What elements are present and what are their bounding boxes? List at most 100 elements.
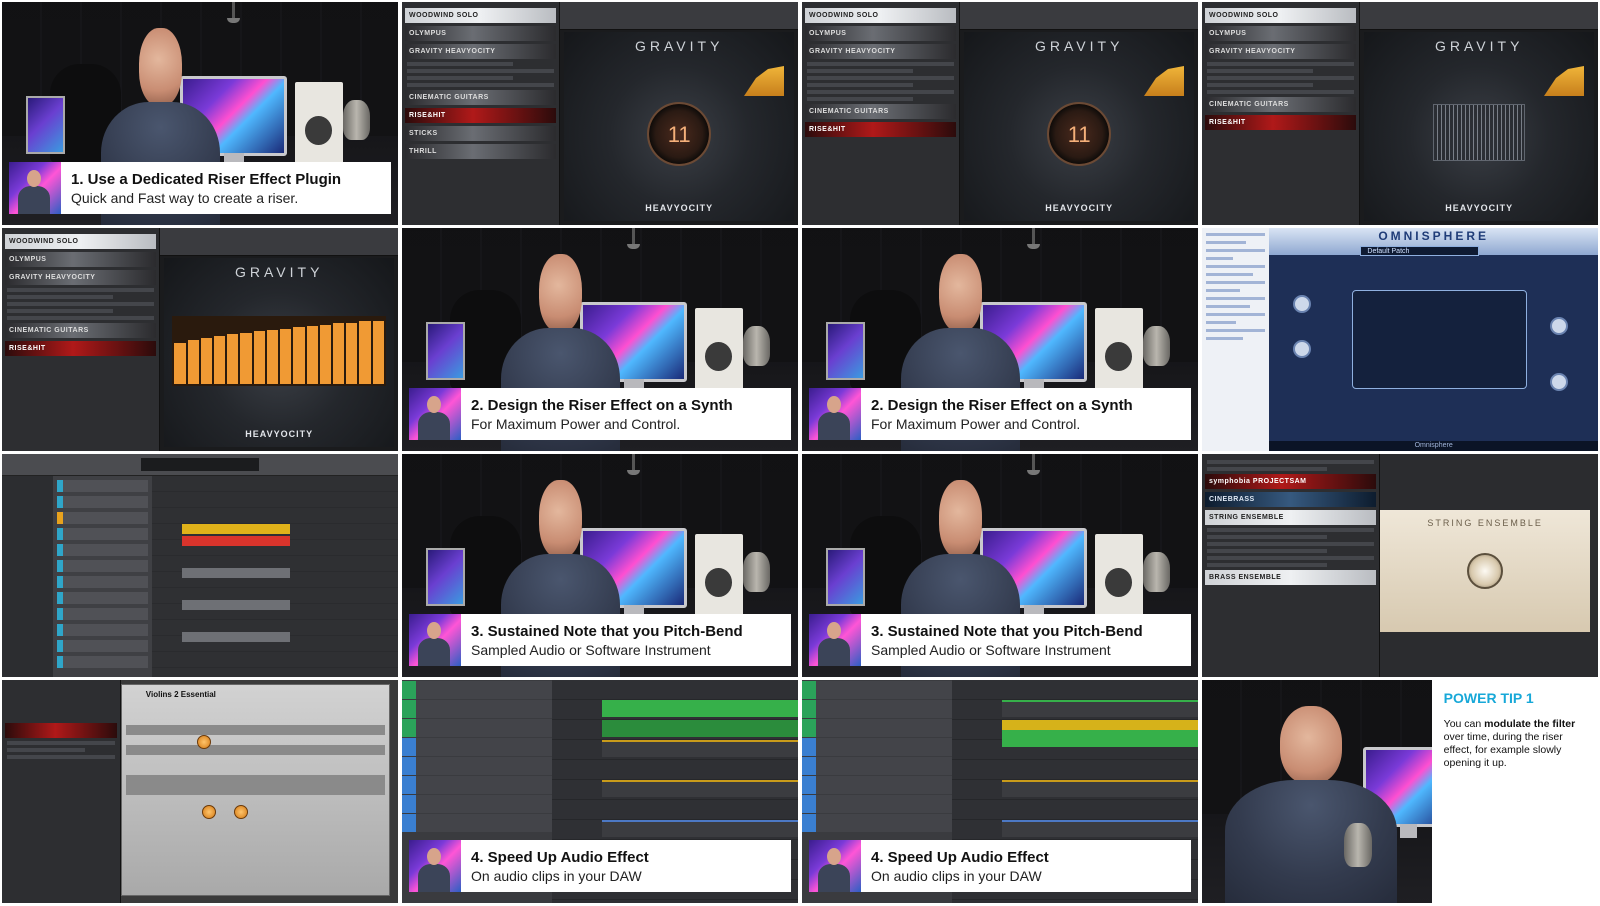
library-rise-hit[interactable]: RISE&HIT <box>5 341 157 356</box>
studio-speaker <box>295 82 343 167</box>
instrument-rack: HEAVYOCITY GRAVITY <box>1360 2 1598 225</box>
presenter-thumbnail <box>409 388 461 440</box>
audio-clip[interactable] <box>1001 780 1198 797</box>
frame-7-studio[interactable]: 2. Design the Riser Effect on a Synth Fo… <box>802 228 1198 451</box>
knob[interactable] <box>1550 372 1569 391</box>
knob[interactable] <box>1550 317 1569 336</box>
library-gravity[interactable]: GRAVITY HEAVYOCITY <box>5 270 157 285</box>
ceiling-lamp <box>226 2 240 23</box>
library-olympus[interactable]: OLYMPUS <box>805 26 957 41</box>
frame-4-kontakt-gravity-wave[interactable]: WOODWIND SOLO OLYMPUS GRAVITY HEAVYOCITY… <box>1202 2 1598 225</box>
library-cinebrass[interactable]: CINEBRASS <box>1205 492 1377 507</box>
caption-title: 4. Speed Up Audio Effect <box>871 849 1049 866</box>
presenter-thumbnail <box>9 162 61 214</box>
library-olympus[interactable]: OLYMPUS <box>1205 26 1357 41</box>
library-projectsam[interactable] <box>5 723 117 738</box>
frame-12-string-ensemble[interactable]: symphobia PROJECTSAM CINEBRASS STRING EN… <box>1202 454 1598 677</box>
waveform-display[interactable] <box>1433 103 1526 161</box>
frame-6-studio[interactable]: 2. Design the Riser Effect on a Synth Fo… <box>402 228 798 451</box>
library-rise-hit[interactable]: RISE&HIT <box>405 108 557 123</box>
library-woodwind[interactable]: WOODWIND SOLO <box>805 8 957 23</box>
library-cinematic-guitars[interactable]: CINEMATIC GUITARS <box>805 104 957 119</box>
frame-9-logic-daw[interactable] <box>2 454 398 677</box>
library-woodwind[interactable]: WOODWIND SOLO <box>1205 8 1357 23</box>
library-gravity[interactable]: GRAVITY HEAVYOCITY <box>405 44 557 59</box>
instrument-gui: HEAVYOCITY <box>1364 32 1594 221</box>
library-olympus[interactable]: OLYMPUS <box>405 26 557 41</box>
frame-10-studio[interactable]: 3. Sustained Note that you Pitch-Bend Sa… <box>402 454 798 677</box>
caption-title: 2. Design the Riser Effect on a Synth <box>871 397 1133 414</box>
midi-region[interactable] <box>181 536 290 546</box>
library-gravity[interactable]: GRAVITY HEAVYOCITY <box>805 44 957 59</box>
library-browser: WOODWIND SOLO OLYMPUS GRAVITY HEAVYOCITY… <box>802 2 961 225</box>
library-symphobia[interactable]: symphobia PROJECTSAM <box>1205 474 1377 489</box>
library-brass-ensemble[interactable]: BRASS ENSEMBLE <box>1205 570 1377 585</box>
master-dial[interactable]: 11 <box>647 102 712 167</box>
audio-clip[interactable] <box>1001 700 1198 717</box>
knob[interactable] <box>1293 294 1312 313</box>
omnisphere-title: OMNISPHERE <box>1378 229 1489 243</box>
library-cinematic-guitars[interactable]: CINEMATIC GUITARS <box>405 90 557 105</box>
patch-name-field[interactable]: Default Patch <box>1360 246 1480 256</box>
library-thrill[interactable]: THRILL <box>405 144 557 159</box>
audio-region[interactable] <box>181 632 290 642</box>
instrument-rack: HEAVYOCITY GRAVITY <box>160 228 398 451</box>
frame-1-studio[interactable]: 1. Use a Dedicated Riser Effect Plugin Q… <box>2 2 398 225</box>
instrument-title: GRAVITY <box>1434 38 1524 54</box>
knob[interactable] <box>1293 339 1312 358</box>
audio-clip[interactable] <box>601 740 798 757</box>
frame-14-speed-up-audio[interactable]: 4. Speed Up Audio Effect On audio clips … <box>402 680 798 903</box>
library-woodwind[interactable]: WOODWIND SOLO <box>405 8 557 23</box>
library-browser <box>2 680 121 903</box>
audio-clip[interactable] <box>1001 820 1198 837</box>
library-rise-hit[interactable]: RISE&HIT <box>1205 115 1357 130</box>
library-gravity[interactable]: GRAVITY HEAVYOCITY <box>1205 44 1357 59</box>
frame-16-power-tip[interactable]: POWER TIP 1 You can modulate the filter … <box>1202 680 1598 903</box>
frame-2-kontakt-gravity[interactable]: WOODWIND SOLO OLYMPUS GRAVITY HEAVYOCITY… <box>402 2 798 225</box>
audio-clip[interactable] <box>601 780 798 797</box>
frame-13-violins-essential[interactable]: Violins 2 Essential <box>2 680 398 903</box>
audio-clip[interactable] <box>601 820 798 837</box>
dynamics-knob[interactable] <box>1467 552 1504 589</box>
power-tip-body: You can modulate the filter over time, d… <box>1443 718 1576 769</box>
library-sticks[interactable]: STICKS <box>405 126 557 141</box>
audio-region[interactable] <box>181 568 290 578</box>
library-cinematic-guitars[interactable]: CINEMATIC GUITARS <box>5 323 157 338</box>
library-cinematic-guitars[interactable]: CINEMATIC GUITARS <box>1205 97 1357 112</box>
knob[interactable] <box>196 735 211 750</box>
audio-clip[interactable] <box>601 720 798 737</box>
instrument-title: STRING ENSEMBLE <box>1427 517 1543 528</box>
step-sequencer[interactable] <box>172 316 386 386</box>
audio-clip[interactable] <box>1001 730 1198 747</box>
volume-knob[interactable] <box>201 805 216 820</box>
instrument-panel: STRING ENSEMBLE <box>1380 509 1591 633</box>
caption-subtitle: On audio clips in your DAW <box>871 868 1042 884</box>
library-woodwind[interactable]: WOODWIND SOLO <box>5 234 157 249</box>
caption-title: 3. Sustained Note that you Pitch-Bend <box>471 623 743 640</box>
instrument-gui: 11 HEAVYOCITY <box>964 32 1194 221</box>
power-tip-title: POWER TIP 1 <box>1443 690 1534 706</box>
pan-knob[interactable] <box>234 805 249 820</box>
frame-3-kontakt-gravity[interactable]: WOODWIND SOLO OLYMPUS GRAVITY HEAVYOCITY… <box>802 2 1198 225</box>
audio-clip[interactable] <box>601 700 798 717</box>
midi-region[interactable] <box>181 524 290 534</box>
caption-subtitle: For Maximum Power and Control. <box>871 416 1081 432</box>
track-list <box>53 476 153 677</box>
caption-box: 3. Sustained Note that you Pitch-Bend Sa… <box>409 614 791 666</box>
inspector <box>2 476 54 677</box>
library-browser: WOODWIND SOLO OLYMPUS GRAVITY HEAVYOCITY… <box>1202 2 1361 225</box>
audio-region[interactable] <box>181 600 290 610</box>
library-string-ensemble[interactable]: STRING ENSEMBLE <box>1205 510 1377 525</box>
presenter-thumbnail <box>809 614 861 666</box>
frame-11-studio[interactable]: 3. Sustained Note that you Pitch-Bend Sa… <box>802 454 1198 677</box>
presenter-video <box>1202 680 1455 903</box>
library-olympus[interactable]: OLYMPUS <box>5 252 157 267</box>
frame-15-speed-up-audio[interactable]: 4. Speed Up Audio Effect On audio clips … <box>802 680 1198 903</box>
arrange-area[interactable] <box>152 476 398 677</box>
transport-bar <box>2 454 398 476</box>
frame-8-omnisphere[interactable]: OMNISPHERE Default Patch Omnisphere <box>1202 228 1598 451</box>
library-rise-hit[interactable]: RISE&HIT <box>805 122 957 137</box>
master-dial[interactable]: 11 <box>1047 102 1112 167</box>
frame-5-kontakt-step-sequencer[interactable]: WOODWIND SOLO OLYMPUS GRAVITY HEAVYOCITY… <box>2 228 398 451</box>
caption-box: 3. Sustained Note that you Pitch-Bend Sa… <box>809 614 1191 666</box>
